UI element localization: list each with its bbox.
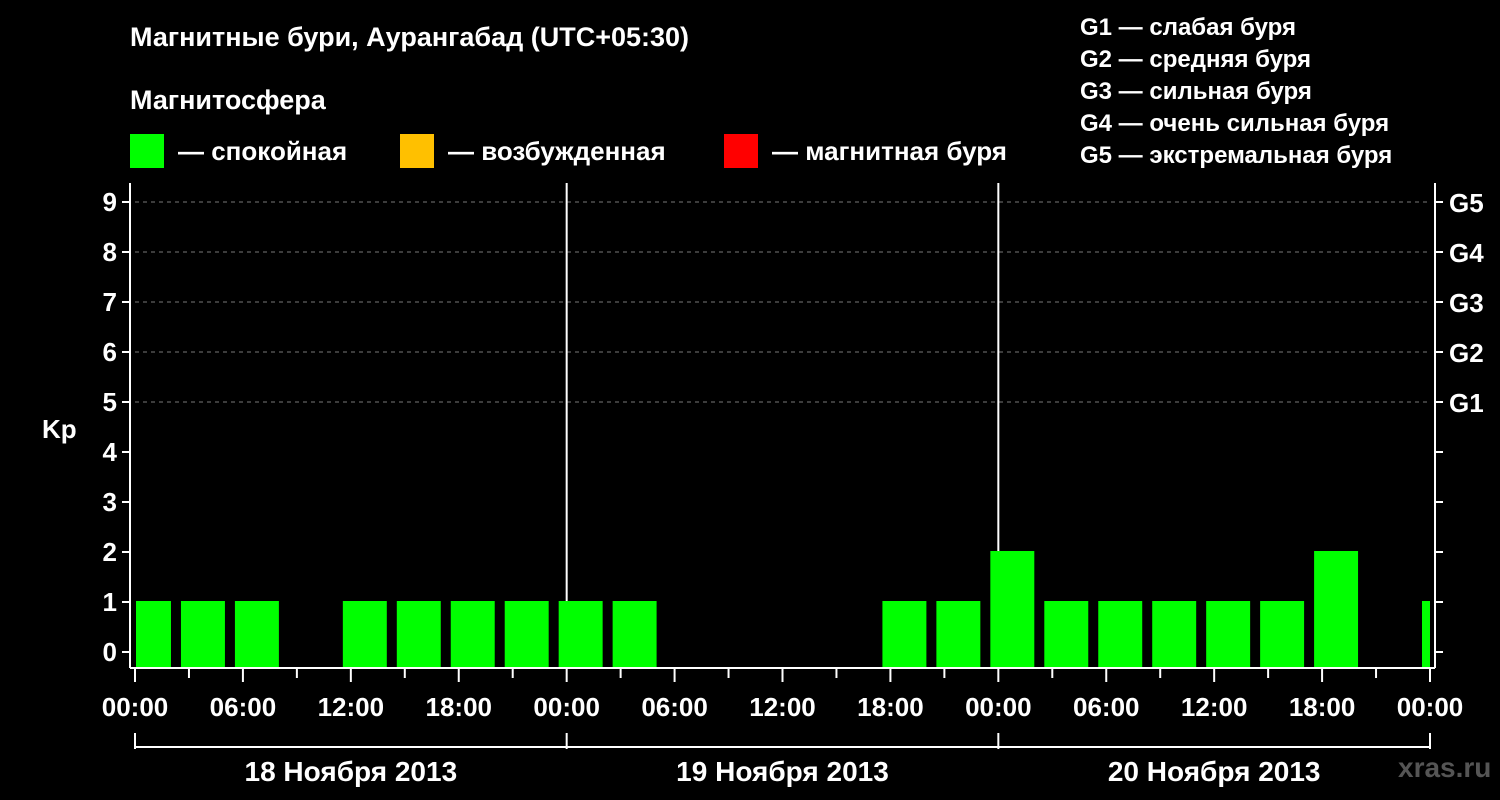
x-tick-label: 12:00 [749,692,816,722]
kp-bar [990,551,1035,668]
kp-bar [450,601,495,668]
x-tick-label: 12:00 [1181,692,1248,722]
kp-bar [1152,601,1197,668]
x-tick-label: 00:00 [1397,692,1464,722]
y-tick-label: 6 [103,337,117,367]
x-tick-label: 00:00 [533,692,600,722]
y-tick-label: 0 [103,637,117,667]
g-tick-label: G5 [1449,188,1484,218]
kp-bar [342,601,387,668]
y-tick-label: 7 [103,287,117,317]
kp-bar [1098,601,1143,668]
day-label: 18 Ноября 2013 [245,756,458,787]
kp-bar [1422,601,1430,668]
kp-bar [396,601,441,668]
kp-bar [1260,601,1305,668]
kp-bar [1314,551,1359,668]
y-tick-label: 3 [103,487,117,517]
x-tick-label: 06:00 [210,692,277,722]
kp-bar [1206,601,1251,668]
y-tick-label: 4 [103,437,118,467]
y-tick-label: 1 [103,587,117,617]
day-label: 19 Ноября 2013 [676,756,889,787]
watermark: xras.ru [1398,752,1492,783]
kp-bar [558,601,603,668]
x-tick-label: 18:00 [426,692,493,722]
x-tick-label: 00:00 [965,692,1032,722]
kp-bar [234,601,279,668]
x-tick-label: 00:00 [102,692,169,722]
kp-bar [936,601,981,668]
g-tick-label: G3 [1449,288,1484,318]
kp-bar [180,601,225,668]
y-tick-label: 2 [103,537,117,567]
y-axis-label: Kp [42,414,77,444]
g-tick-label: G2 [1449,338,1484,368]
kp-chart: 0 1 2 3 4 5 6 7 8 9 G1 G2 G3 G4 G5 Kp 00:00 06:00 12:00 18:… [42,183,1484,787]
g-tick-label: G1 [1449,388,1484,418]
y-tick-label: 8 [103,237,117,267]
x-tick-label: 18:00 [1289,692,1356,722]
x-tick-label: 12:00 [318,692,385,722]
kp-bar [882,601,927,668]
kp-bar [136,601,171,668]
kp-bar [504,601,549,668]
kp-bar [1044,601,1089,668]
kp-bar [612,601,657,668]
y-tick-label: 5 [103,387,117,417]
day-label: 20 Ноября 2013 [1108,756,1321,787]
x-tick-label: 06:00 [1073,692,1140,722]
x-tick-label: 06:00 [641,692,708,722]
y-tick-label: 9 [103,187,117,217]
x-tick-label: 18:00 [857,692,924,722]
g-tick-label: G4 [1449,238,1484,268]
